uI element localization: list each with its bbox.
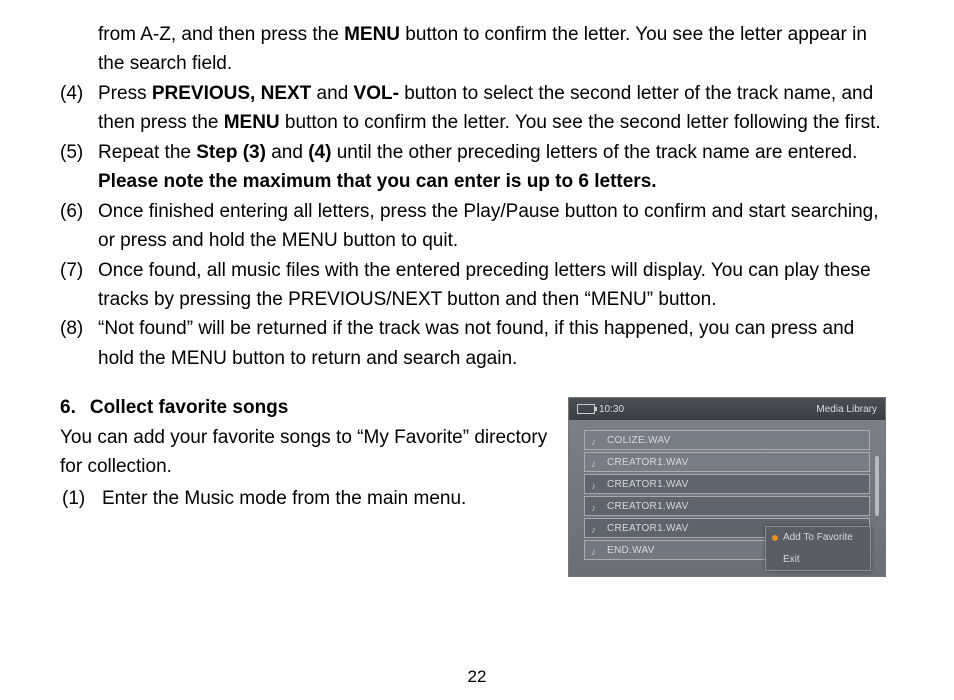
battery-icon bbox=[577, 404, 595, 414]
substep-number: (1) bbox=[60, 484, 102, 513]
file-row: CREATOR1.WAV bbox=[584, 452, 870, 472]
screenshot-header: 10:30 Media Library bbox=[569, 398, 885, 420]
step-number: (7) bbox=[60, 256, 98, 315]
file-name: CREATOR1.WAV bbox=[607, 455, 689, 471]
step-7: (7) Once found, all music files with the… bbox=[60, 256, 886, 315]
device-screenshot: 10:30 Media Library COLIZE.WAV CREATOR1.… bbox=[568, 397, 886, 577]
music-icon bbox=[591, 501, 601, 511]
bold-text: Step (3) bbox=[196, 142, 266, 163]
step-text: Once finished entering all letters, pres… bbox=[98, 197, 886, 256]
text: Repeat the bbox=[98, 142, 196, 163]
file-name: CREATOR1.WAV bbox=[607, 499, 689, 515]
popup-option: Exit bbox=[766, 549, 870, 571]
step-text: Once found, all music files with the ent… bbox=[98, 256, 886, 315]
file-row: CREATOR1.WAV bbox=[584, 496, 870, 516]
popup-option: Add To Favorite bbox=[766, 527, 870, 549]
text: until the other preceding letters of the… bbox=[331, 142, 857, 163]
context-popup: Add To Favorite Exit bbox=[765, 526, 871, 571]
step-number: (6) bbox=[60, 197, 98, 256]
step-text: Press PREVIOUS, NEXT and VOL- button to … bbox=[98, 79, 886, 138]
clock: 10:30 bbox=[599, 402, 624, 418]
music-icon bbox=[591, 435, 601, 445]
section-text: 6. Collect favorite songs You can add you… bbox=[60, 393, 568, 577]
bold-text: PREVIOUS, NEXT bbox=[152, 83, 311, 104]
continuation-paragraph: from A-Z, and then press the MENU button… bbox=[98, 20, 886, 79]
screenshot-body: COLIZE.WAV CREATOR1.WAV CREATOR1.WAV CRE… bbox=[569, 420, 885, 576]
manual-page: from A-Z, and then press the MENU button… bbox=[0, 0, 954, 700]
file-row: COLIZE.WAV bbox=[584, 430, 870, 450]
section-body: You can add your favorite songs to “My F… bbox=[60, 423, 550, 482]
step-text: “Not found” will be returned if the trac… bbox=[98, 314, 886, 373]
section-title: 6. Collect favorite songs bbox=[60, 393, 550, 422]
text: and bbox=[311, 83, 353, 104]
status-left: 10:30 bbox=[577, 402, 624, 418]
text: button to confirm the letter. You see th… bbox=[280, 112, 881, 133]
text: Press bbox=[98, 83, 152, 104]
file-name: CREATOR1.WAV bbox=[607, 521, 689, 537]
section-number: 6. bbox=[60, 397, 76, 418]
screen-title: Media Library bbox=[816, 402, 877, 418]
substep-text: Enter the Music mode from the main menu. bbox=[102, 484, 466, 513]
file-name: COLIZE.WAV bbox=[607, 433, 671, 449]
text: from A-Z, and then press the bbox=[98, 24, 344, 45]
radio-icon bbox=[772, 535, 778, 541]
scrollbar bbox=[875, 456, 879, 516]
file-name: CREATOR1.WAV bbox=[607, 477, 689, 493]
step-8: (8) “Not found” will be returned if the … bbox=[60, 314, 886, 373]
section-6: 6. Collect favorite songs You can add you… bbox=[60, 393, 886, 577]
music-icon bbox=[591, 479, 601, 489]
bold-text: MENU bbox=[224, 112, 280, 133]
file-row: CREATOR1.WAV bbox=[584, 474, 870, 494]
popup-label: Exit bbox=[783, 552, 800, 568]
music-icon bbox=[591, 457, 601, 467]
bold-text: Please note the maximum that you can ent… bbox=[98, 171, 657, 192]
bold-text: (4) bbox=[308, 142, 331, 163]
step-number: (8) bbox=[60, 314, 98, 373]
popup-label: Add To Favorite bbox=[783, 530, 853, 546]
file-name: END.WAV bbox=[607, 543, 655, 559]
step-5: (5) Repeat the Step (3) and (4) until th… bbox=[60, 138, 886, 197]
text: and bbox=[266, 142, 308, 163]
step-number: (5) bbox=[60, 138, 98, 197]
section-heading: Collect favorite songs bbox=[90, 397, 289, 418]
music-icon bbox=[591, 545, 601, 555]
step-4: (4) Press PREVIOUS, NEXT and VOL- button… bbox=[60, 79, 886, 138]
step-6: (6) Once finished entering all letters, … bbox=[60, 197, 886, 256]
step-number: (4) bbox=[60, 79, 98, 138]
substep-1: (1) Enter the Music mode from the main m… bbox=[60, 484, 550, 513]
step-text: Repeat the Step (3) and (4) until the ot… bbox=[98, 138, 886, 197]
music-icon bbox=[591, 523, 601, 533]
bold-text: VOL- bbox=[354, 83, 399, 104]
page-number: 22 bbox=[0, 664, 954, 690]
bold-text: MENU bbox=[344, 24, 400, 45]
